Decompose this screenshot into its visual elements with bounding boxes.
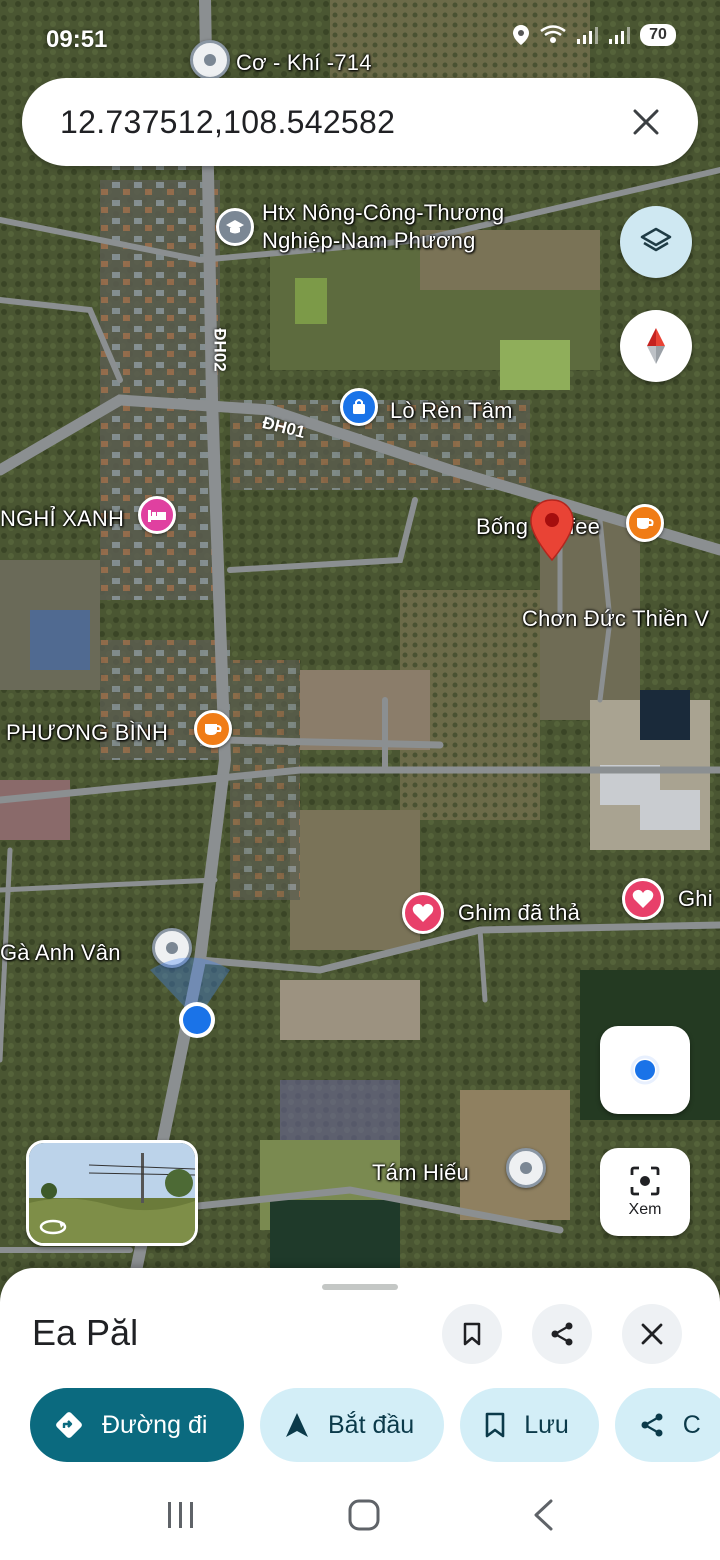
rotate-360-icon bbox=[39, 1219, 67, 1235]
label-ghim-2: Ghi bbox=[678, 886, 713, 911]
signal-icon-2 bbox=[609, 27, 630, 44]
place-pin-tam-hieu[interactable] bbox=[506, 1148, 546, 1188]
saved-pin-2[interactable] bbox=[622, 878, 664, 920]
place-details-sheet[interactable]: Ea Păl Đường đi Bắt đầu Lưu C bbox=[0, 1268, 720, 1560]
school-pin[interactable] bbox=[216, 208, 254, 246]
directions-icon bbox=[56, 1412, 82, 1438]
selected-location-pin-icon[interactable] bbox=[528, 498, 576, 564]
shop-pin[interactable] bbox=[340, 388, 378, 426]
start-button[interactable]: Bắt đầu bbox=[260, 1388, 445, 1462]
directions-button[interactable]: Đường đi bbox=[30, 1388, 244, 1462]
cafe-pin[interactable] bbox=[626, 504, 664, 542]
lens-view-label: Xem bbox=[628, 1201, 662, 1218]
my-location-icon bbox=[630, 1055, 660, 1085]
share-place-button[interactable] bbox=[532, 1304, 592, 1364]
label-lo-ren: Lò Rèn Tâm bbox=[390, 398, 513, 423]
home-icon[interactable] bbox=[347, 1498, 381, 1532]
bed-icon bbox=[148, 510, 166, 522]
saved-pin-1[interactable] bbox=[402, 892, 444, 934]
shopping-bag-icon bbox=[353, 399, 365, 414]
camera-lens-icon bbox=[630, 1166, 660, 1196]
hotel-pin[interactable] bbox=[138, 496, 176, 534]
cafe-pin-2[interactable] bbox=[194, 710, 232, 748]
share-label: C bbox=[682, 1410, 701, 1439]
label-nghi-xanh: NGHỈ XANH bbox=[0, 506, 125, 531]
label-tam-hieu: Tám Hiếu bbox=[372, 1160, 469, 1185]
status-time: 09:51 bbox=[46, 26, 108, 53]
save-button[interactable]: Lưu bbox=[460, 1388, 599, 1462]
search-input[interactable]: 12.737512,108.542582 bbox=[60, 104, 616, 141]
lens-view-button[interactable]: Xem bbox=[600, 1148, 690, 1236]
bookmark-icon bbox=[463, 1322, 481, 1346]
road-label-dh02: ĐH02 bbox=[210, 328, 230, 372]
coffee-cup-icon bbox=[637, 518, 654, 529]
close-sheet-button[interactable] bbox=[622, 1304, 682, 1364]
bookmark-icon bbox=[485, 1412, 505, 1438]
start-label: Bắt đầu bbox=[328, 1410, 415, 1439]
label-ghim-1: Ghim đã thả bbox=[458, 900, 581, 925]
navigation-arrow-icon bbox=[286, 1413, 308, 1437]
coffee-cup-icon bbox=[205, 724, 222, 735]
graduation-cap-icon bbox=[226, 220, 244, 234]
my-location-indicator-icon bbox=[150, 957, 230, 1038]
status-icons: 70 bbox=[512, 24, 676, 46]
label-htx-line1: Htx Nông-Công-Thương bbox=[262, 200, 505, 225]
save-place-button[interactable] bbox=[442, 1304, 502, 1364]
sheet-drag-handle[interactable] bbox=[322, 1284, 398, 1290]
back-icon[interactable] bbox=[531, 1498, 555, 1532]
system-nav-bar bbox=[0, 1470, 720, 1560]
heart-icon bbox=[412, 903, 434, 922]
place-title: Ea Păl bbox=[32, 1312, 139, 1353]
recent-apps-icon[interactable] bbox=[165, 1500, 197, 1530]
save-label: Lưu bbox=[524, 1410, 569, 1439]
location-icon bbox=[513, 25, 529, 45]
close-icon bbox=[641, 1323, 663, 1345]
clear-search-button[interactable] bbox=[616, 92, 676, 152]
share-icon bbox=[641, 1413, 663, 1437]
my-location-button[interactable] bbox=[600, 1026, 690, 1114]
label-chon-duc: Chơn Đức Thiền V bbox=[522, 606, 710, 631]
place-pin-co-khi[interactable] bbox=[190, 40, 230, 80]
layers-button[interactable] bbox=[620, 206, 692, 278]
label-htx-line2: Nghiệp-Nam Phương bbox=[262, 228, 476, 253]
street-view-thumbnail[interactable] bbox=[26, 1140, 198, 1246]
heart-icon bbox=[632, 889, 654, 908]
close-icon bbox=[633, 109, 659, 135]
label-co-khi: Cơ - Khí -714 bbox=[236, 50, 372, 75]
compass-button[interactable] bbox=[620, 310, 692, 382]
layers-icon bbox=[640, 227, 672, 252]
action-chips: Đường đi Bắt đầu Lưu C bbox=[30, 1388, 720, 1462]
share-button[interactable]: C bbox=[614, 1388, 720, 1462]
share-icon bbox=[551, 1322, 573, 1346]
directions-label: Đường đi bbox=[102, 1410, 208, 1439]
pin-dot-icon bbox=[520, 1162, 532, 1174]
compass-icon bbox=[647, 328, 665, 364]
wifi-icon bbox=[540, 25, 566, 43]
label-ga-anh-van: Gà Anh Vân bbox=[0, 940, 121, 965]
battery-level: 70 bbox=[640, 24, 676, 46]
label-phuong-binh: PHƯƠNG BÌNH bbox=[6, 720, 169, 745]
pin-dot-icon bbox=[204, 54, 216, 66]
search-bar[interactable]: 12.737512,108.542582 bbox=[22, 78, 698, 166]
signal-icon bbox=[577, 27, 598, 44]
